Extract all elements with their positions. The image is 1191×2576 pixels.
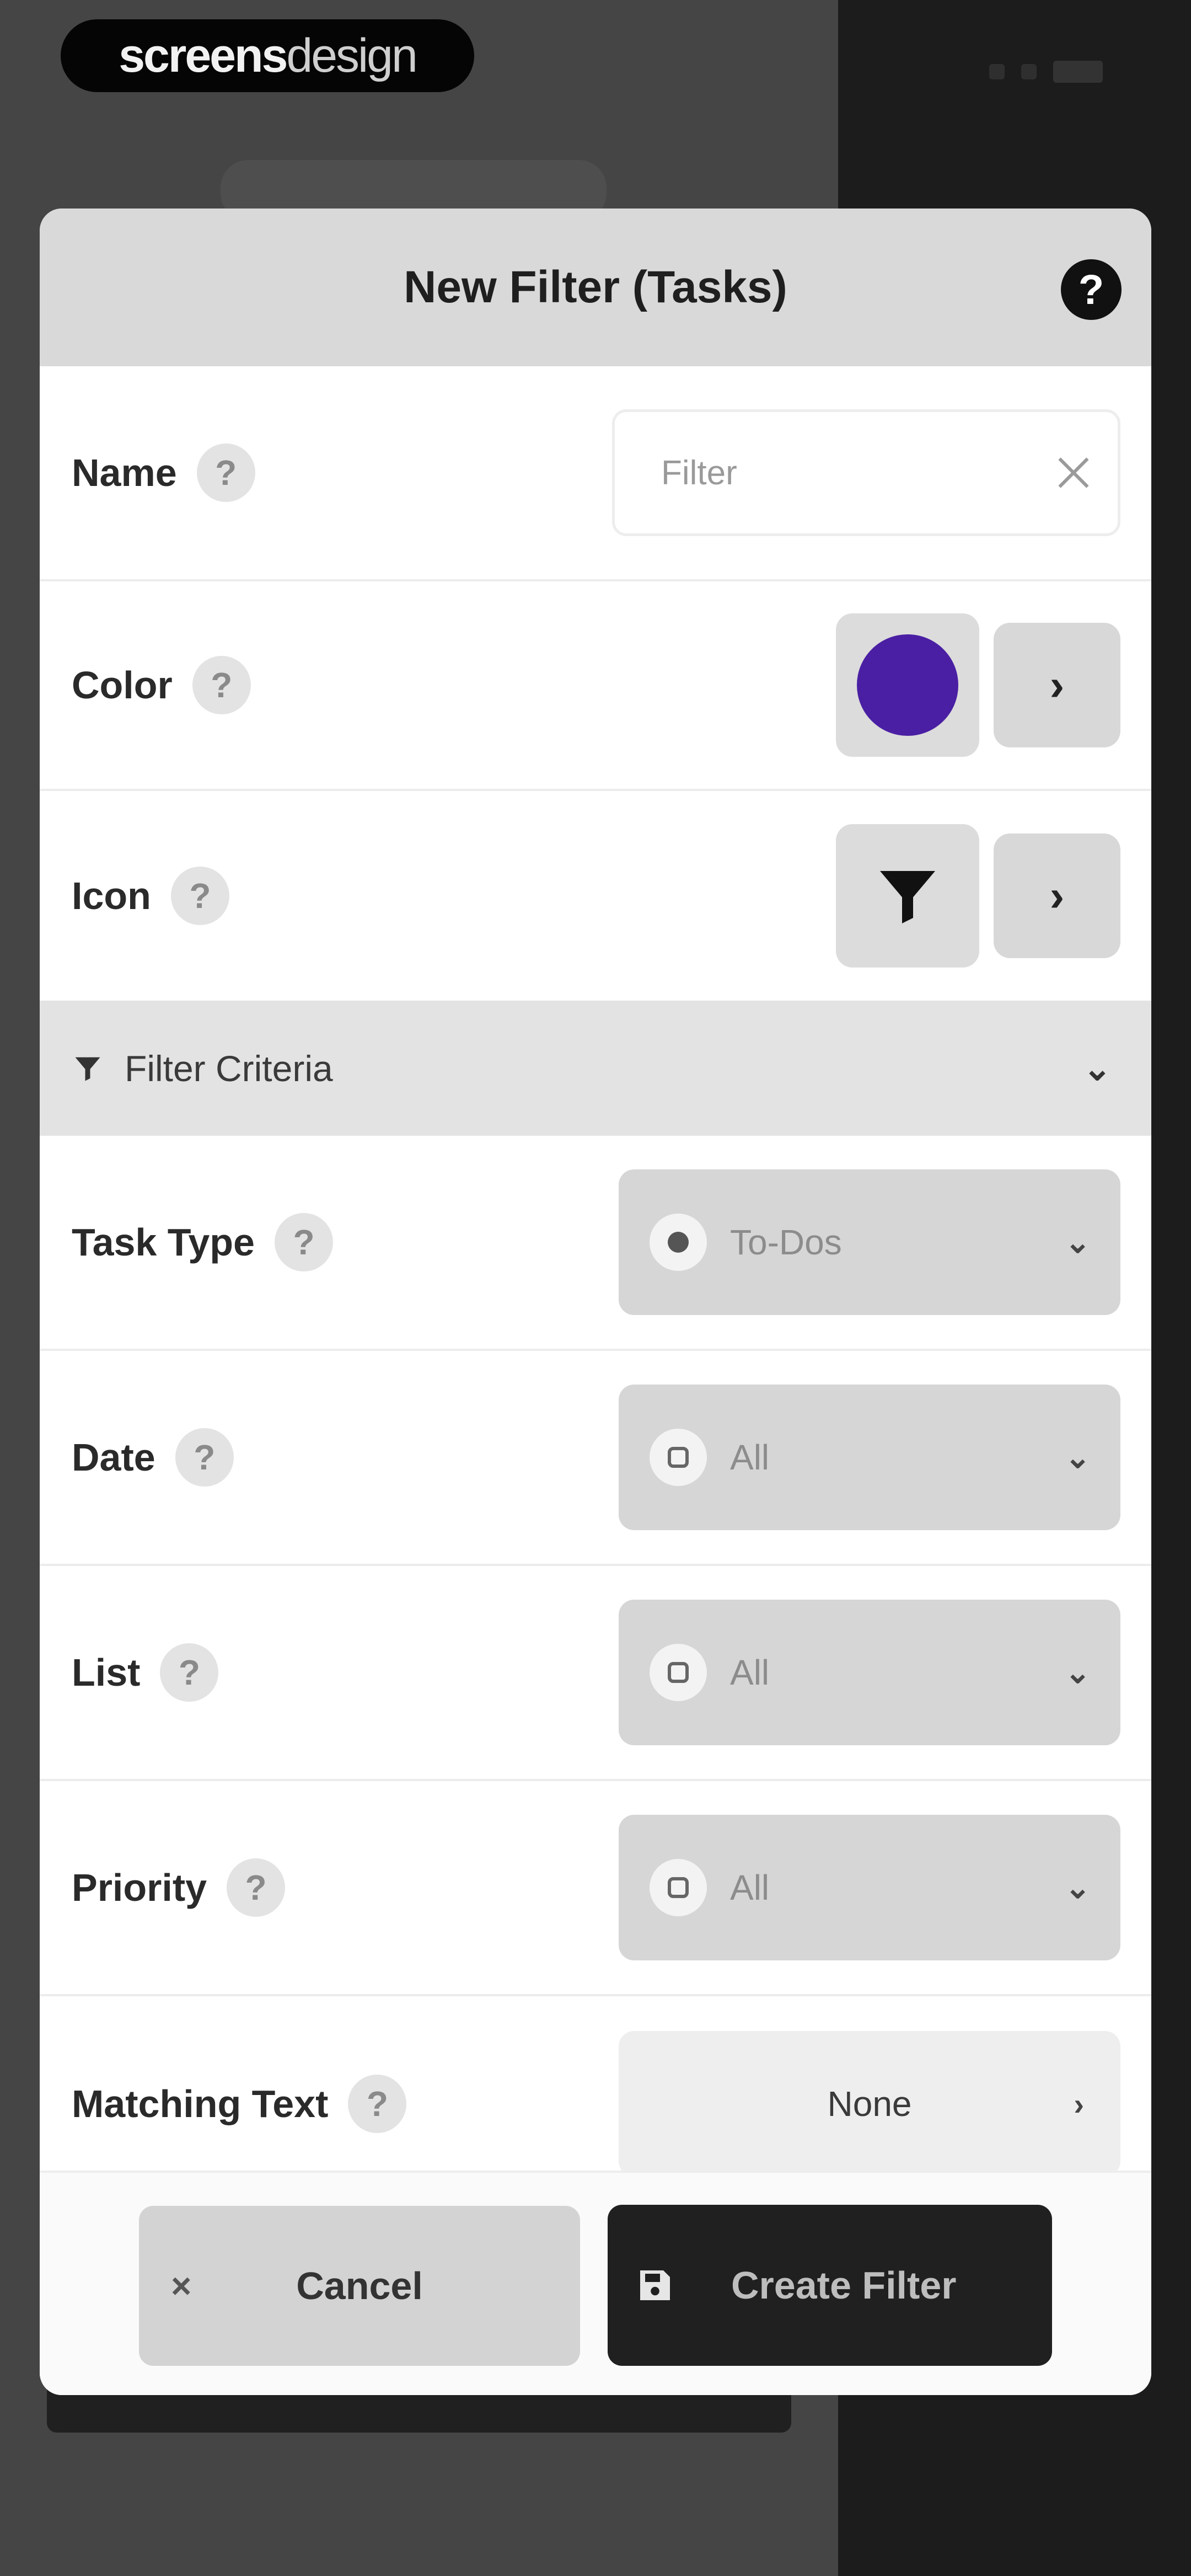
dialog-footer: × Cancel Create Filter [40,2171,1151,2395]
battery-icon [1053,61,1103,83]
list-row: List ? All ⌄ [40,1566,1151,1781]
matching-text-button[interactable]: None › [619,2031,1120,2177]
date-help-icon[interactable]: ? [175,1428,234,1487]
chevron-right-icon: › [1074,2086,1084,2121]
chevron-down-icon: ⌄ [1065,1440,1091,1474]
list-value: All [730,1653,770,1692]
signal-icon [989,64,1005,79]
funnel-small-icon [75,1057,100,1081]
brand-logo-light: design [286,29,417,82]
priority-help-icon[interactable]: ? [227,1858,286,1917]
name-input[interactable]: Filter [612,409,1120,536]
matching-text-label: Matching Text [72,2082,329,2125]
color-label: Color [72,664,173,707]
date-label: Date [72,1436,155,1479]
cancel-button[interactable]: × Cancel [139,2206,580,2366]
all-icon [650,1429,707,1486]
task-type-help-icon[interactable]: ? [275,1213,333,1271]
filter-criteria-section[interactable]: Filter Criteria ⌄ [40,1001,1151,1136]
matching-text-help-icon[interactable]: ? [348,2075,407,2133]
all-icon [650,1644,707,1701]
chevron-down-icon: ⌄ [1065,1225,1091,1259]
list-label: List [72,1651,141,1694]
color-swatch [857,634,958,736]
task-type-select[interactable]: To-Dos ⌄ [619,1169,1120,1315]
name-input-value: Filter [661,453,737,492]
icon-picker-button[interactable] [836,824,979,968]
brand-logo: screens design [61,19,474,92]
color-next-button[interactable]: › [994,623,1120,747]
create-filter-label: Create Filter [731,2264,957,2307]
task-type-value: To-Dos [730,1222,842,1262]
icon-help-icon[interactable]: ? [170,867,229,925]
date-select[interactable]: All ⌄ [619,1385,1120,1530]
funnel-icon [880,871,935,923]
dialog-header: New Filter (Tasks) ? [40,209,1151,366]
all-icon [650,1859,707,1916]
help-icon[interactable]: ? [1061,259,1122,320]
priority-row: Priority ? All ⌄ [40,1781,1151,1996]
color-row: Color ? › [40,581,1151,791]
create-filter-button[interactable]: Create Filter [608,2205,1052,2366]
chevron-down-icon[interactable]: ⌄ [1083,1048,1112,1088]
color-help-icon[interactable]: ? [192,656,251,714]
list-select[interactable]: All ⌄ [619,1600,1120,1745]
priority-label: Priority [72,1866,207,1909]
save-icon [640,2270,670,2300]
brand-logo-bold: screens [119,29,288,82]
priority-select[interactable]: All ⌄ [619,1815,1120,1960]
name-row: Name ? Filter [40,366,1151,581]
date-value: All [730,1437,770,1477]
todo-icon [650,1214,707,1271]
new-filter-dialog: New Filter (Tasks) ? Name ? Filter Color… [40,209,1151,2395]
icon-next-button[interactable]: › [994,833,1120,958]
priority-value: All [730,1868,770,1907]
icon-row: Icon ? › [40,791,1151,1001]
clear-icon[interactable] [1057,456,1090,489]
matching-text-value: None [827,2084,912,2124]
icon-label: Icon [72,874,151,917]
chevron-down-icon: ⌄ [1065,1870,1091,1905]
section-title: Filter Criteria [125,1047,333,1089]
date-row: Date ? All ⌄ [40,1351,1151,1566]
chevron-down-icon: ⌄ [1065,1655,1091,1690]
task-type-row: Task Type ? To-Dos ⌄ [40,1136,1151,1351]
wifi-icon [1021,64,1037,79]
dialog-title: New Filter (Tasks) [404,262,787,312]
close-icon: × [171,2266,192,2306]
color-swatch-button[interactable] [836,613,979,757]
task-type-label: Task Type [72,1221,255,1264]
cancel-label: Cancel [296,2264,423,2307]
list-help-icon[interactable]: ? [160,1643,219,1702]
name-help-icon[interactable]: ? [196,443,255,502]
status-bar-icons [893,55,1103,88]
name-label: Name [72,451,177,494]
